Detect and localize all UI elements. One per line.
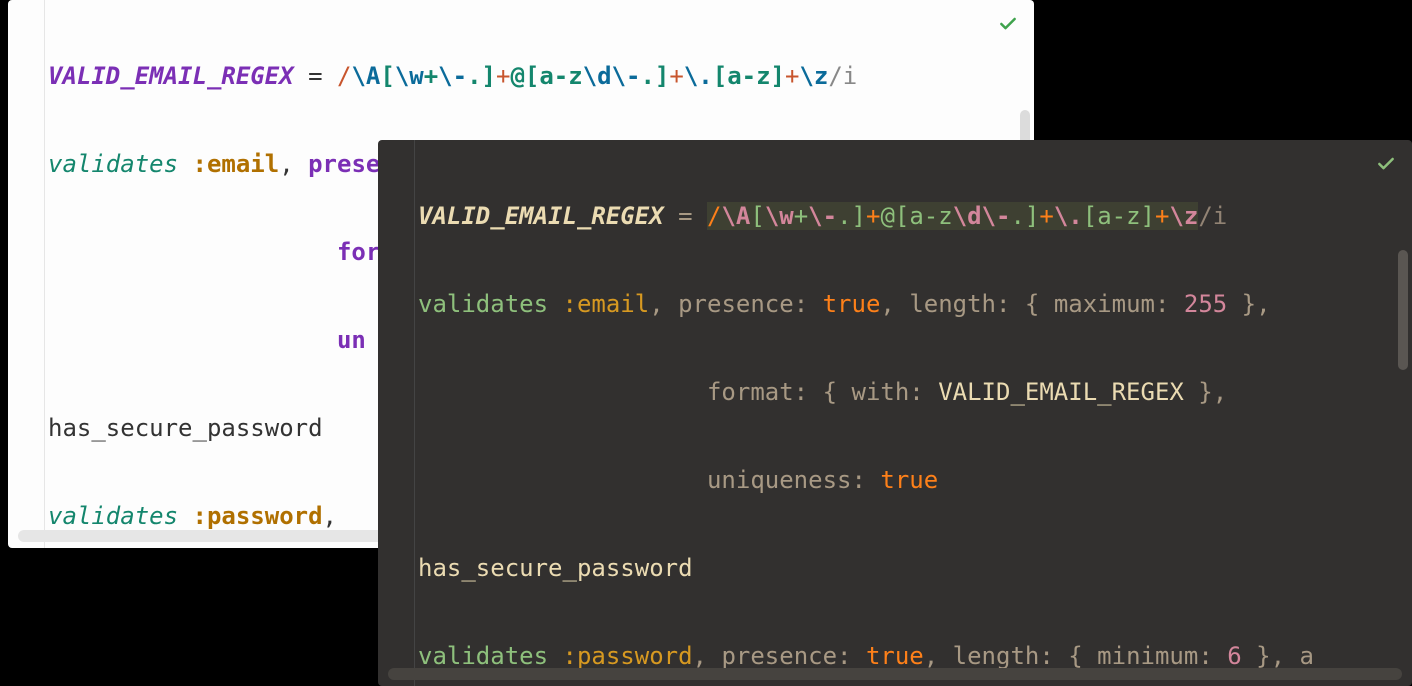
editor-pane-dark[interactable]: VALID_EMAIL_REGEX = /\A[\w+\-.]+@[a-z\d\… — [378, 140, 1412, 686]
constant: VALID_EMAIL_REGEX — [48, 62, 294, 90]
constant: VALID_EMAIL_REGEX — [418, 202, 664, 230]
code-line: format: { with: VALID_EMAIL_REGEX }, — [418, 370, 1412, 414]
code-line: VALID_EMAIL_REGEX = /\A[\w+\-.]+@[a-z\d\… — [48, 54, 1034, 98]
code-line: uniqueness: true — [418, 458, 1412, 502]
horizontal-scrollbar[interactable] — [388, 668, 1402, 680]
code-area-dark[interactable]: VALID_EMAIL_REGEX = /\A[\w+\-.]+@[a-z\d\… — [378, 140, 1412, 686]
code-line: validates :email, presence: true, length… — [418, 282, 1412, 326]
code-line: has_secure_password — [418, 546, 1412, 590]
code-line: VALID_EMAIL_REGEX = /\A[\w+\-.]+@[a-z\d\… — [418, 194, 1412, 238]
